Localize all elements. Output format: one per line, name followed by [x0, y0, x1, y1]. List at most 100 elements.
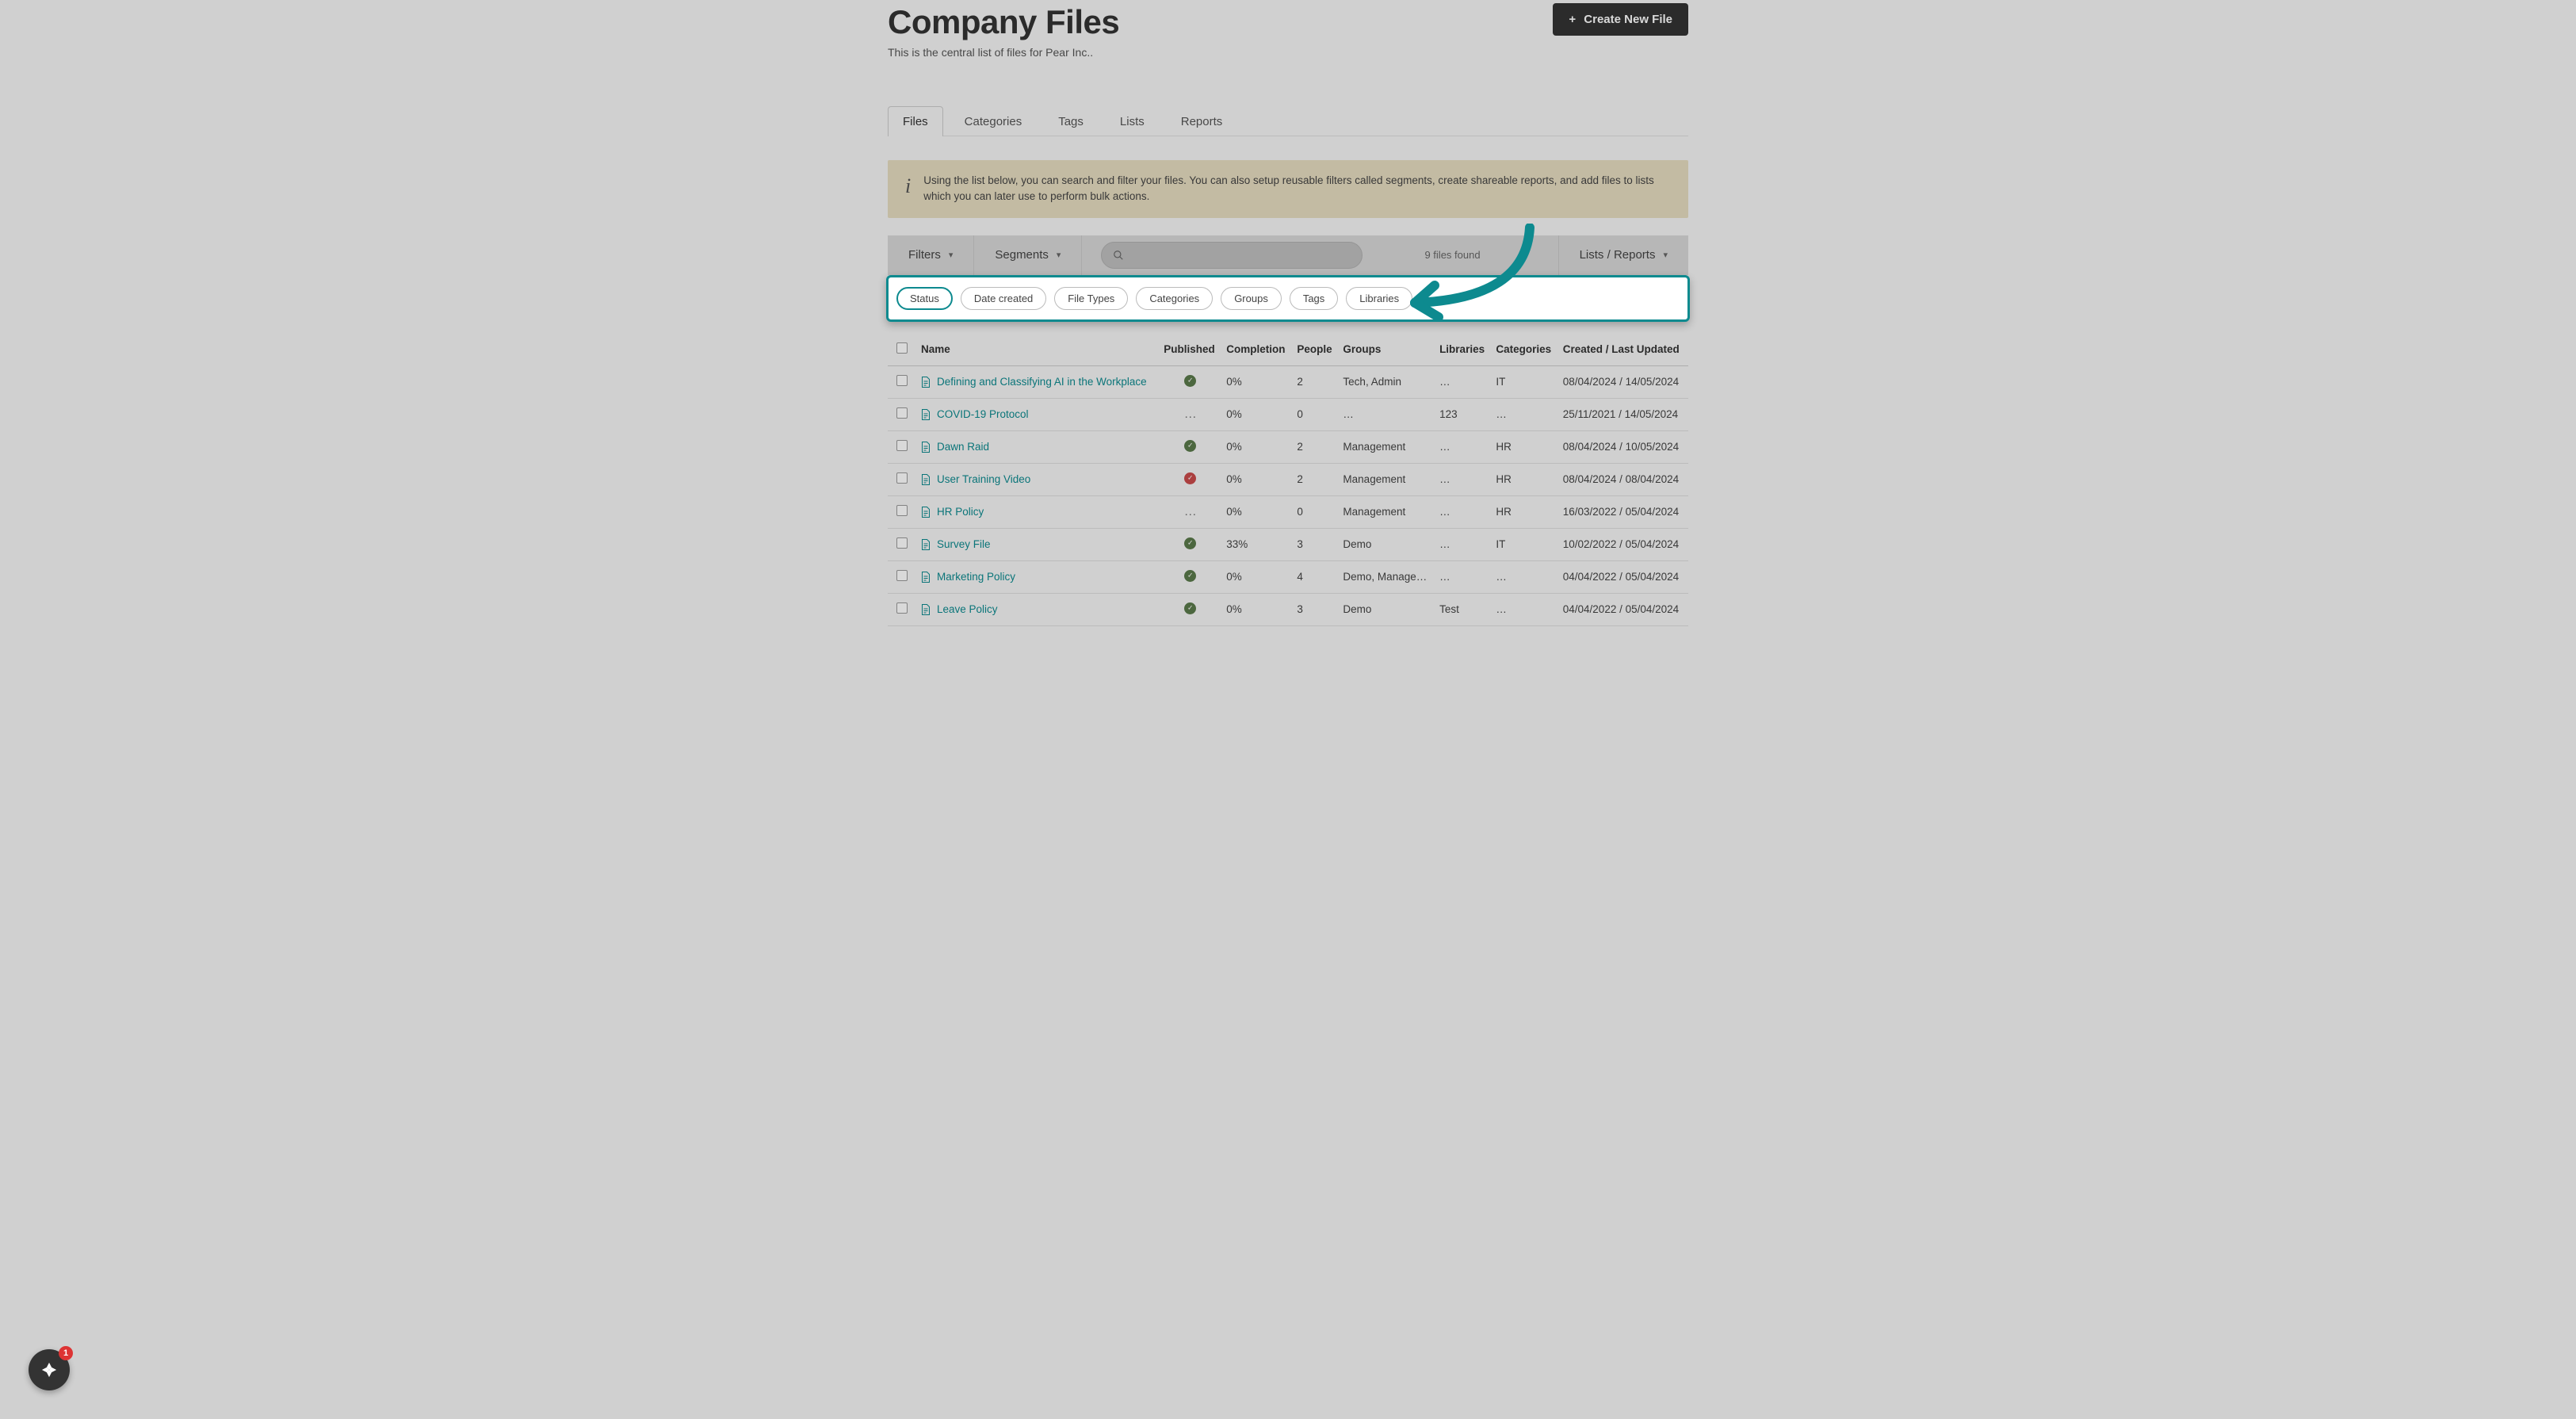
search-input[interactable]	[1101, 242, 1363, 269]
row-checkbox[interactable]	[896, 602, 908, 614]
file-icon	[921, 442, 931, 453]
cell-dates: 08/04/2024 / 08/04/2024	[1558, 463, 1688, 495]
page-title: Company Files	[888, 3, 1119, 41]
chip-groups[interactable]: Groups	[1221, 287, 1282, 310]
published-status	[1184, 602, 1196, 614]
cell-libraries: …	[1435, 560, 1491, 593]
help-widget[interactable]: 1	[29, 1349, 70, 1390]
cell-dates: 08/04/2024 / 10/05/2024	[1558, 430, 1688, 463]
filters-dropdown[interactable]: Filters ▾	[888, 235, 974, 275]
cell-completion: 33%	[1221, 528, 1292, 560]
tab-lists[interactable]: Lists	[1105, 106, 1160, 136]
col-groups[interactable]: Groups	[1338, 333, 1435, 366]
file-name-link[interactable]: Dawn Raid	[937, 441, 989, 453]
info-banner: i Using the list below, you can search a…	[888, 160, 1688, 218]
file-name-link[interactable]: Survey File	[937, 538, 991, 550]
row-checkbox[interactable]	[896, 570, 908, 581]
row-checkbox[interactable]	[896, 505, 908, 516]
info-icon: i	[905, 173, 911, 197]
cell-groups: Management	[1338, 463, 1435, 495]
cell-completion: 0%	[1221, 430, 1292, 463]
tab-files[interactable]: Files	[888, 106, 943, 136]
results-count: 9 files found	[1424, 249, 1480, 261]
toolbar: Filters ▾ Segments ▾ 9 files found Lists…	[888, 235, 1688, 275]
cell-completion: 0%	[1221, 463, 1292, 495]
select-all-checkbox[interactable]	[896, 342, 908, 354]
col-categories[interactable]: Categories	[1491, 333, 1557, 366]
chevron-down-icon: ▾	[949, 250, 954, 260]
cell-completion: 0%	[1221, 593, 1292, 625]
chip-file-types[interactable]: File Types	[1054, 287, 1128, 310]
search-icon	[1113, 250, 1124, 261]
file-name-link[interactable]: COVID-19 Protocol	[937, 408, 1029, 420]
file-name-link[interactable]: Marketing Policy	[937, 571, 1015, 583]
cell-dates: 04/04/2022 / 05/04/2024	[1558, 560, 1688, 593]
cell-categories: HR	[1491, 463, 1557, 495]
chip-date-created[interactable]: Date created	[961, 287, 1046, 310]
filter-chips-highlight: Status Date created File Types Categorie…	[886, 275, 1690, 322]
cell-people: 3	[1292, 593, 1338, 625]
published-status	[1184, 472, 1196, 484]
chip-categories[interactable]: Categories	[1136, 287, 1213, 310]
cell-libraries: …	[1435, 463, 1491, 495]
cell-libraries: …	[1435, 495, 1491, 528]
row-checkbox[interactable]	[896, 440, 908, 451]
cell-categories: …	[1491, 593, 1557, 625]
col-dates[interactable]: Created / Last Updated	[1558, 333, 1688, 366]
cell-groups: Tech, Admin	[1338, 365, 1435, 398]
cell-people: 2	[1292, 463, 1338, 495]
segments-label: Segments	[995, 248, 1049, 262]
table-row: Survey File33%3Demo…IT10/02/2022 / 05/04…	[888, 528, 1688, 560]
cell-groups: Management	[1338, 495, 1435, 528]
row-checkbox[interactable]	[896, 472, 908, 484]
info-message: Using the list below, you can search and…	[923, 173, 1671, 205]
files-table: Name Published Completion People Groups …	[888, 333, 1688, 626]
create-new-file-button[interactable]: + Create New File	[1553, 3, 1688, 36]
tab-tags[interactable]: Tags	[1043, 106, 1099, 136]
file-icon	[921, 377, 931, 388]
cell-dates: 08/04/2024 / 14/05/2024	[1558, 365, 1688, 398]
file-icon	[921, 539, 931, 550]
table-row: COVID-19 Protocol…0%0…123…25/11/2021 / 1…	[888, 398, 1688, 430]
row-checkbox[interactable]	[896, 375, 908, 386]
col-people[interactable]: People	[1292, 333, 1338, 366]
cell-completion: 0%	[1221, 398, 1292, 430]
col-name[interactable]: Name	[916, 333, 1159, 366]
help-widget-count: 1	[59, 1346, 73, 1360]
tab-categories[interactable]: Categories	[950, 106, 1038, 136]
cell-libraries: …	[1435, 430, 1491, 463]
cell-completion: 0%	[1221, 495, 1292, 528]
row-checkbox[interactable]	[896, 407, 908, 419]
lists-reports-dropdown[interactable]: Lists / Reports ▾	[1558, 235, 1688, 275]
segments-dropdown[interactable]: Segments ▾	[974, 235, 1082, 275]
cell-categories: HR	[1491, 495, 1557, 528]
file-name-link[interactable]: Defining and Classifying AI in the Workp…	[937, 376, 1147, 388]
plus-icon: +	[1569, 13, 1576, 26]
chip-tags[interactable]: Tags	[1290, 287, 1338, 310]
cell-categories: IT	[1491, 365, 1557, 398]
col-libraries[interactable]: Libraries	[1435, 333, 1491, 366]
filters-label: Filters	[908, 248, 941, 262]
chip-libraries[interactable]: Libraries	[1346, 287, 1412, 310]
file-name-link[interactable]: HR Policy	[937, 506, 984, 518]
chevron-down-icon: ▾	[1663, 250, 1668, 260]
row-checkbox[interactable]	[896, 537, 908, 549]
cell-people: 0	[1292, 495, 1338, 528]
cell-dates: 04/04/2022 / 05/04/2024	[1558, 593, 1688, 625]
col-published[interactable]: Published	[1159, 333, 1221, 366]
cell-libraries: 123	[1435, 398, 1491, 430]
cell-categories: …	[1491, 398, 1557, 430]
chip-status[interactable]: Status	[896, 287, 953, 310]
help-widget-icon	[39, 1360, 59, 1380]
file-name-link[interactable]: User Training Video	[937, 473, 1030, 485]
file-icon	[921, 507, 931, 518]
col-completion[interactable]: Completion	[1221, 333, 1292, 366]
tab-reports[interactable]: Reports	[1166, 106, 1238, 136]
cell-dates: 25/11/2021 / 14/05/2024	[1558, 398, 1688, 430]
cell-groups: Demo	[1338, 593, 1435, 625]
cell-categories: …	[1491, 560, 1557, 593]
cell-completion: 0%	[1221, 365, 1292, 398]
cell-libraries: Test	[1435, 593, 1491, 625]
file-name-link[interactable]: Leave Policy	[937, 603, 998, 615]
file-icon	[921, 604, 931, 615]
